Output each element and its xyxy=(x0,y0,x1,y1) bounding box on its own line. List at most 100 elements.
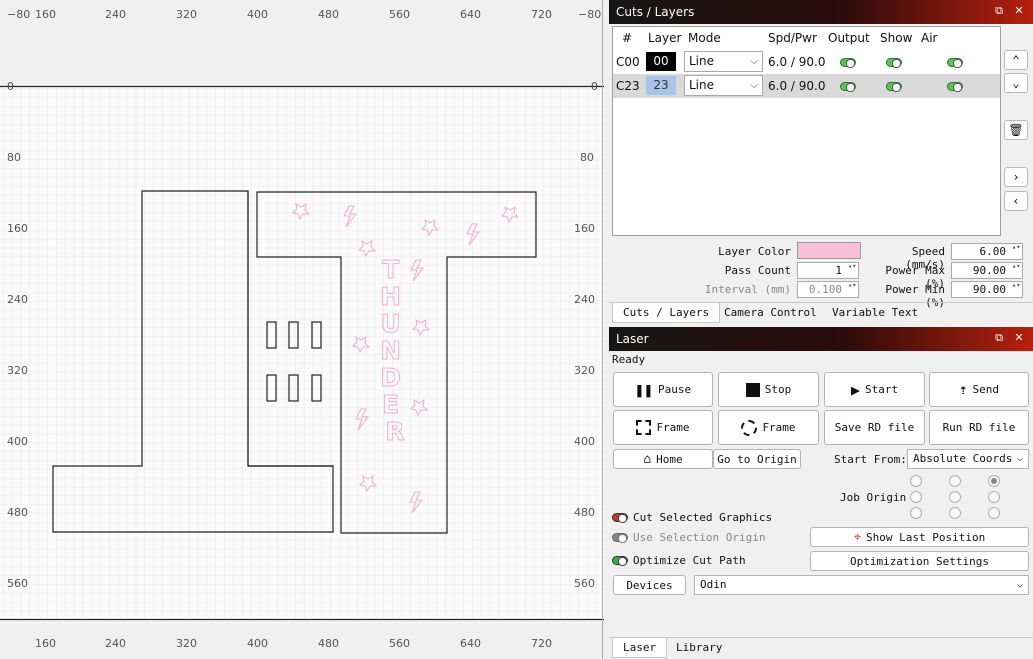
ruler-bottom-tick: 560 xyxy=(389,637,410,650)
ruler-left-tick: 560 xyxy=(7,577,28,590)
laser-panel: Laser ⧉ ✕ Ready ❚❚ Pause Stop ▶ Start ⇡ Sen… xyxy=(609,327,1033,659)
layer-swatch[interactable]: 23 xyxy=(646,76,676,95)
table-row[interactable]: C23 23 Line ⌵ 6.0 / 90.0 xyxy=(613,74,1000,98)
run-rd-label: Run RD file xyxy=(942,421,1016,434)
tab-laser[interactable]: Laser xyxy=(612,638,668,658)
pause-button[interactable]: ❚❚ Pause xyxy=(613,372,713,407)
mode-select[interactable]: Line ⌵ xyxy=(684,75,763,96)
speed-input[interactable]: 6.00 xyxy=(951,243,1023,260)
show-last-position-button[interactable]: ⌖ Show Last Position xyxy=(810,527,1029,547)
interval-input[interactable]: 0.100 xyxy=(797,281,859,298)
device-value: Odin xyxy=(700,578,727,591)
chevron-up-icon: ⌃ xyxy=(1012,53,1020,67)
chevron-down-icon: ⌵ xyxy=(1016,579,1023,590)
air-toggle[interactable] xyxy=(947,58,963,68)
stop-button[interactable]: Stop xyxy=(718,372,819,407)
ruler-top-tick: 480 xyxy=(318,8,339,21)
layer-swatch[interactable]: 00 xyxy=(646,52,676,71)
start-from-select[interactable]: Absolute Coords ⌵ xyxy=(907,449,1029,469)
job-origin-label: Job Origin xyxy=(840,491,907,504)
origin-radio[interactable] xyxy=(949,491,961,503)
upload-icon: ⇡ xyxy=(959,381,968,398)
ruler-top-tick: 400 xyxy=(247,8,268,21)
origin-radio[interactable] xyxy=(949,475,961,487)
run-rd-button[interactable]: Run RD file xyxy=(929,410,1029,445)
devices-button[interactable]: Devices xyxy=(613,575,686,595)
chevron-down-icon: ⌄ xyxy=(1012,76,1020,90)
col-show: Show xyxy=(880,31,913,45)
tab-library[interactable]: Library xyxy=(666,638,732,658)
ruler-left-tick: 160 xyxy=(7,222,28,235)
pass-count-input[interactable]: 1 xyxy=(797,262,859,279)
ruler-left-tick: 0 xyxy=(7,80,14,93)
power-max-input[interactable]: 90.00 xyxy=(951,262,1023,279)
right-dock: Cuts / Layers ⧉ ✕ # Layer Mode Spd/Pwr O… xyxy=(609,0,1033,659)
ruler-bottom-tick: 480 xyxy=(318,637,339,650)
go-origin-label: Go to Origin xyxy=(717,452,797,466)
ruler-bottom-tick: 640 xyxy=(460,637,481,650)
chevron-left-icon: ‹ xyxy=(1012,194,1020,208)
origin-radio-selected[interactable] xyxy=(988,475,1000,487)
show-toggle[interactable] xyxy=(886,58,902,68)
frame-rect-button[interactable]: Frame xyxy=(613,410,713,445)
stop-icon xyxy=(745,382,760,397)
output-toggle[interactable] xyxy=(840,82,856,92)
table-row[interactable]: C00 00 Line ⌵ 6.0 / 90.0 xyxy=(613,50,1000,74)
float-icon[interactable]: ⧉ xyxy=(991,3,1007,19)
frame-circle-button[interactable]: Frame xyxy=(718,410,819,445)
expand-right-button[interactable]: › xyxy=(1004,167,1028,187)
pause-label: Pause xyxy=(657,383,692,396)
show-toggle[interactable] xyxy=(886,82,902,92)
close-icon[interactable]: ✕ xyxy=(1011,3,1027,19)
design-canvas[interactable]: T H U N D E R −80 160 240 320 400 480 56… xyxy=(0,0,604,659)
crosshair-icon: ⌖ xyxy=(853,529,862,545)
origin-radio[interactable] xyxy=(988,507,1000,519)
origin-radio[interactable] xyxy=(949,507,961,519)
output-toggle[interactable] xyxy=(840,58,856,68)
origin-radio[interactable] xyxy=(910,491,922,503)
optimization-settings-button[interactable]: Optimization Settings xyxy=(810,551,1029,571)
ruler-top-tick: −80 xyxy=(7,8,31,21)
use-selection-origin-toggle[interactable] xyxy=(612,533,628,543)
origin-radio[interactable] xyxy=(988,491,1000,503)
send-button[interactable]: ⇡ Send xyxy=(929,372,1029,407)
optimize-cut-path-toggle[interactable] xyxy=(612,556,628,566)
device-select[interactable]: Odin ⌵ xyxy=(694,575,1029,595)
canvas-grid[interactable]: T H U N D E R xyxy=(0,0,604,659)
thunder-text[interactable]: T H U N D E R xyxy=(380,255,410,447)
power-min-input[interactable]: 90.00 xyxy=(951,281,1023,298)
air-toggle[interactable] xyxy=(947,82,963,92)
collapse-left-button[interactable]: ‹ xyxy=(1004,191,1028,211)
home-button[interactable]: ⌂ Home xyxy=(613,449,713,469)
tab-cuts-layers[interactable]: Cuts / Layers xyxy=(612,303,721,323)
go-to-origin-button[interactable]: Go to Origin xyxy=(713,449,801,469)
show-last-position-label: Show Last Position xyxy=(866,530,986,544)
frame-circle-icon xyxy=(741,419,758,436)
laser-tabbar: Laser Library xyxy=(609,637,1033,659)
move-down-button[interactable]: ⌄ xyxy=(1004,73,1028,93)
tab-variable-text[interactable]: Variable Text xyxy=(822,303,928,323)
cuts-table[interactable]: # Layer Mode Spd/Pwr Output Show Air C00… xyxy=(612,26,1001,236)
laser-title: Laser xyxy=(616,332,649,346)
layer-color-swatch[interactable] xyxy=(797,242,861,259)
move-up-button[interactable]: ⌃ xyxy=(1004,50,1028,70)
chevron-down-icon: ⌵ xyxy=(750,56,758,67)
ruler-right-tick: 240 xyxy=(574,293,595,306)
delete-layer-button[interactable]: 🗑 xyxy=(1004,120,1028,140)
mode-select[interactable]: Line ⌵ xyxy=(684,51,763,72)
ruler-top-tick: 560 xyxy=(389,8,410,21)
origin-radio[interactable] xyxy=(910,475,922,487)
start-button[interactable]: ▶ Start xyxy=(824,372,925,407)
close-icon[interactable]: ✕ xyxy=(1011,330,1027,346)
tab-camera-control[interactable]: Camera Control xyxy=(714,303,827,323)
origin-radio[interactable] xyxy=(910,507,922,519)
ruler-right-tick: 0 xyxy=(591,80,598,93)
cut-id: C23 xyxy=(616,79,640,93)
cut-selected-toggle[interactable] xyxy=(612,513,628,523)
play-icon: ▶ xyxy=(850,380,860,399)
optimization-settings-label: Optimization Settings xyxy=(849,554,990,568)
float-icon[interactable]: ⧉ xyxy=(991,330,1007,346)
start-from-label: Start From: xyxy=(834,453,907,466)
save-rd-button[interactable]: Save RD file xyxy=(824,410,925,445)
ruler-top-tick: 720 xyxy=(531,8,552,21)
